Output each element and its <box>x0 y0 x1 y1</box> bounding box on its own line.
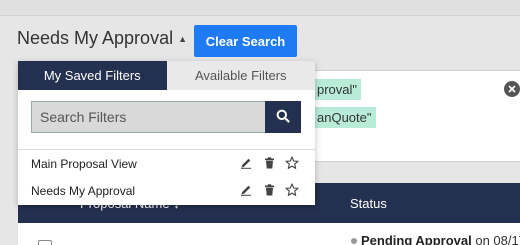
search-button[interactable] <box>265 101 301 133</box>
status-text: Pending Approval on 08/17/ <box>361 233 520 245</box>
star-outline-icon[interactable] <box>285 183 299 197</box>
filter-search <box>31 101 301 133</box>
view-title: Needs My Approval <box>17 28 174 48</box>
column-header-status[interactable]: Status <box>350 196 387 211</box>
edit-pencil-icon[interactable] <box>239 183 253 197</box>
tab-my-saved-filters[interactable]: My Saved Filters <box>18 61 167 90</box>
filter-name[interactable]: Main Proposal View <box>31 157 137 171</box>
clear-search-button[interactable]: Clear Search <box>194 25 297 57</box>
criteria-chip: proval" <box>313 79 362 100</box>
trash-icon[interactable] <box>262 183 276 197</box>
status-dot-icon <box>351 238 357 244</box>
filter-name[interactable]: Needs My Approval <box>31 184 135 198</box>
edit-pencil-icon[interactable] <box>239 156 253 170</box>
search-icon <box>276 109 290 126</box>
trash-icon[interactable] <box>262 156 276 170</box>
list-item[interactable]: Main Proposal View <box>18 150 315 177</box>
tab-available-filters[interactable]: Available Filters <box>166 61 315 90</box>
remove-circle-icon[interactable] <box>504 81 520 97</box>
filter-actions <box>239 156 299 170</box>
filter-tabs: My Saved Filters Available Filters <box>18 61 315 90</box>
search-criteria-box: proval" anQuote" <box>300 70 520 162</box>
caret-up-icon: ▲ <box>178 33 187 44</box>
saved-filter-list: Main Proposal View Needs My Approval <box>18 149 315 204</box>
top-strip <box>0 0 520 16</box>
saved-filters-dropdown: My Saved Filters Available Filters Main … <box>18 61 315 205</box>
row-checkbox[interactable] <box>38 240 52 245</box>
list-item[interactable]: Needs My Approval <box>18 177 315 204</box>
table-row: Pending Approval on 08/17/ <box>18 223 520 245</box>
view-selector[interactable]: Needs My Approval ▲ <box>17 28 187 49</box>
filter-actions <box>239 183 299 197</box>
search-filters-input[interactable] <box>31 101 265 133</box>
criteria-chip: anQuote" <box>313 107 376 128</box>
star-outline-icon[interactable] <box>285 156 299 170</box>
